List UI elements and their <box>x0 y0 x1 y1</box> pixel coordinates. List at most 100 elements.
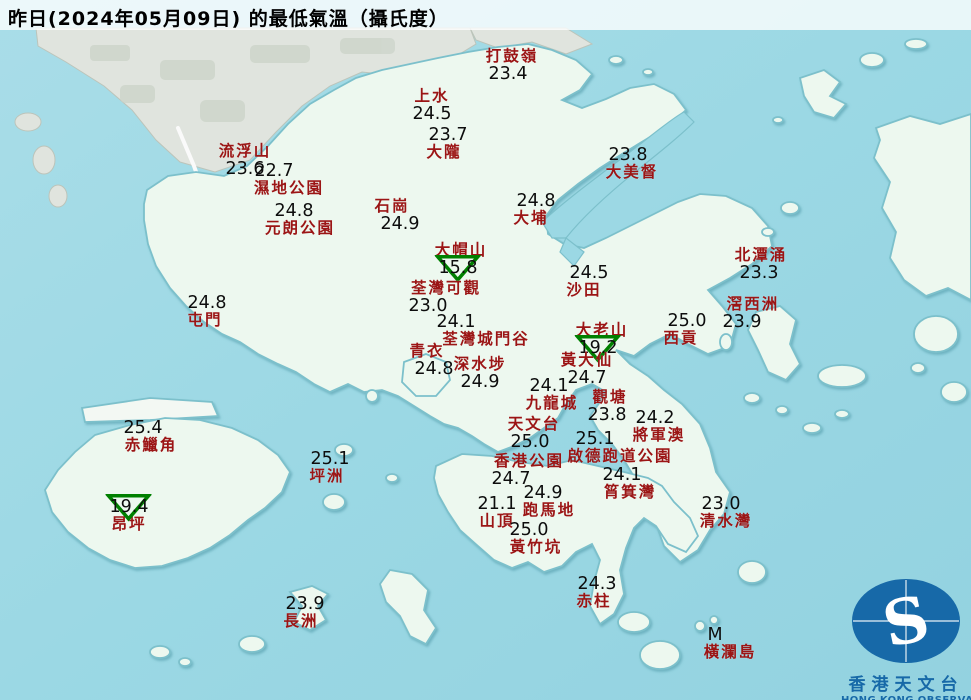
station-name: 筲箕灣 <box>603 483 657 501</box>
station-value: 24.9 <box>380 214 420 234</box>
station-value: 24.2 <box>635 408 675 428</box>
station-label: 24.1 荃灣城門谷 <box>437 313 530 348</box>
station-label: 24.8 屯門 <box>186 293 227 329</box>
station-value: 25.0 <box>667 311 707 331</box>
stations-layer: 打鼓嶺 23.4 上水 24.5 23.7 大隴 23.8 大美督 流浮山 23.6 22.7 濕地公… <box>0 0 971 700</box>
station-value: 24.8 <box>516 191 556 211</box>
station-label: 24.9 跑馬地 <box>523 484 576 519</box>
station-value: 24.9 <box>523 483 563 503</box>
station-value: 24.8 <box>414 359 454 379</box>
station-label: M 橫瀾島 <box>704 626 757 661</box>
station-name: 深水埗 <box>453 355 507 373</box>
station-name: 元朗公園 <box>264 219 336 237</box>
station-value: 24.8 <box>274 201 314 221</box>
station-value: 24.5 <box>569 263 609 283</box>
station-value: 15.8 <box>434 254 481 282</box>
station-value: 24.1 <box>529 376 569 396</box>
station-value: 23.4 <box>488 64 528 84</box>
station-name: 荃灣城門谷 <box>442 330 530 348</box>
station-label: 24.8 大埔 <box>512 192 555 227</box>
station-label: 大帽山 15.8 <box>434 242 488 282</box>
station-label: 24.8 元朗公園 <box>265 202 335 237</box>
station-value: 23.9 <box>285 594 325 614</box>
station-name: 黃大仙 <box>560 351 614 369</box>
station-name: 赤鱲角 <box>124 436 178 454</box>
station-name: 香港公園 <box>493 452 565 470</box>
station-label: 深水埗 24.9 <box>454 356 507 391</box>
station-value: M <box>707 625 723 645</box>
station-value: 23.3 <box>739 263 779 283</box>
station-label: 24.5 沙田 <box>565 264 608 299</box>
station-name: 屯門 <box>187 311 223 329</box>
station-value: 23.7 <box>428 125 468 145</box>
station-name: 石崗 <box>374 197 410 215</box>
station-label: 24.3 赤柱 <box>575 574 617 610</box>
station-value: 22.7 <box>254 161 294 181</box>
station-label: 25.0 西貢 <box>662 312 706 347</box>
station-name: 天文台 <box>507 415 561 433</box>
station-value: 25.0 <box>510 432 550 452</box>
station-value: 25.4 <box>123 418 163 438</box>
station-value: 21.1 <box>477 494 517 514</box>
station-name: 滘西洲 <box>726 295 780 313</box>
min-temperature-map: 昨日(2024年05月09日) 的最低氣溫（攝氏度） 打鼓嶺 23.4 上水 24.5… <box>0 0 971 700</box>
station-label: 23.8 大美督 <box>606 146 659 181</box>
station-name: 荃灣可觀 <box>410 279 482 297</box>
station-name: 清水灣 <box>699 512 753 530</box>
station-label: 25.0 黃竹坑 <box>510 521 563 556</box>
station-label: 23.9 長洲 <box>282 595 324 630</box>
station-label: 上水 24.5 <box>413 88 452 123</box>
station-label: 天文台 25.0 <box>508 416 561 451</box>
station-label: 24.1 九龍城 <box>526 377 579 412</box>
station-value: 24.8 <box>187 293 227 313</box>
station-name: 大美督 <box>605 163 659 181</box>
station-name: 九龍城 <box>525 394 579 412</box>
station-label: 觀塘 23.8 <box>587 388 630 425</box>
station-value: 24.5 <box>412 104 452 124</box>
station-value: 23.8 <box>587 405 627 425</box>
station-label: 荃灣可觀 23.0 <box>409 279 482 315</box>
station-name: 長洲 <box>283 612 319 630</box>
station-name: 濕地公園 <box>253 179 325 197</box>
station-label: 23.0 清水灣 <box>700 495 753 530</box>
station-name: 坪洲 <box>309 467 345 485</box>
station-label: 22.7 濕地公園 <box>254 162 324 197</box>
station-name: 赤柱 <box>576 592 612 610</box>
station-value: 24.1 <box>436 312 476 332</box>
station-name: 啟德跑道公園 <box>567 447 673 465</box>
station-label: 滘西洲 23.9 <box>723 295 780 331</box>
station-name: 大埔 <box>513 209 549 227</box>
station-label: 25.4 赤鱲角 <box>123 418 178 454</box>
station-value: 23.0 <box>701 494 741 514</box>
station-label: 青衣 24.8 <box>408 342 453 378</box>
station-name: 西貢 <box>663 329 699 347</box>
station-value: 24.9 <box>460 372 500 392</box>
station-name: 沙田 <box>566 281 602 299</box>
station-name: 大隴 <box>426 143 462 161</box>
station-name: 橫瀾島 <box>703 643 757 661</box>
station-name: 流浮山 <box>218 142 272 160</box>
station-value: 19.4 <box>106 493 152 521</box>
station-name: 青衣 <box>409 342 445 360</box>
hko-logo: S 香港天文台 HONG KONG OBSERVATORY <box>841 578 971 700</box>
station-name: 跑馬地 <box>522 501 576 519</box>
station-label: 打鼓嶺 23.4 <box>486 48 539 83</box>
station-name: 黃竹坑 <box>509 538 563 556</box>
station-label: 25.1 坪洲 <box>308 449 350 485</box>
logo-chinese-name: 香港天文台 <box>848 675 964 695</box>
station-label: 23.7 大隴 <box>425 126 467 161</box>
station-label: 北潭涌 23.3 <box>735 247 788 282</box>
station-name: 打鼓嶺 <box>485 47 539 65</box>
station-value: 24.1 <box>602 465 642 485</box>
logo-english-name: HONG KONG OBSERVATORY <box>841 695 971 700</box>
station-value: 25.1 <box>575 429 615 449</box>
station-value: 25.1 <box>310 449 350 469</box>
station-label: 24.1 筲箕灣 <box>602 465 657 501</box>
station-value: 25.0 <box>509 520 549 540</box>
station-value: 24.3 <box>577 574 617 594</box>
station-label: 石崗 24.9 <box>373 197 419 233</box>
station-name: 北潭涌 <box>734 246 788 264</box>
station-name: 觀塘 <box>592 388 628 406</box>
hko-logo-icon: S <box>852 579 960 663</box>
station-label: 19.4 昂坪 <box>106 493 152 533</box>
